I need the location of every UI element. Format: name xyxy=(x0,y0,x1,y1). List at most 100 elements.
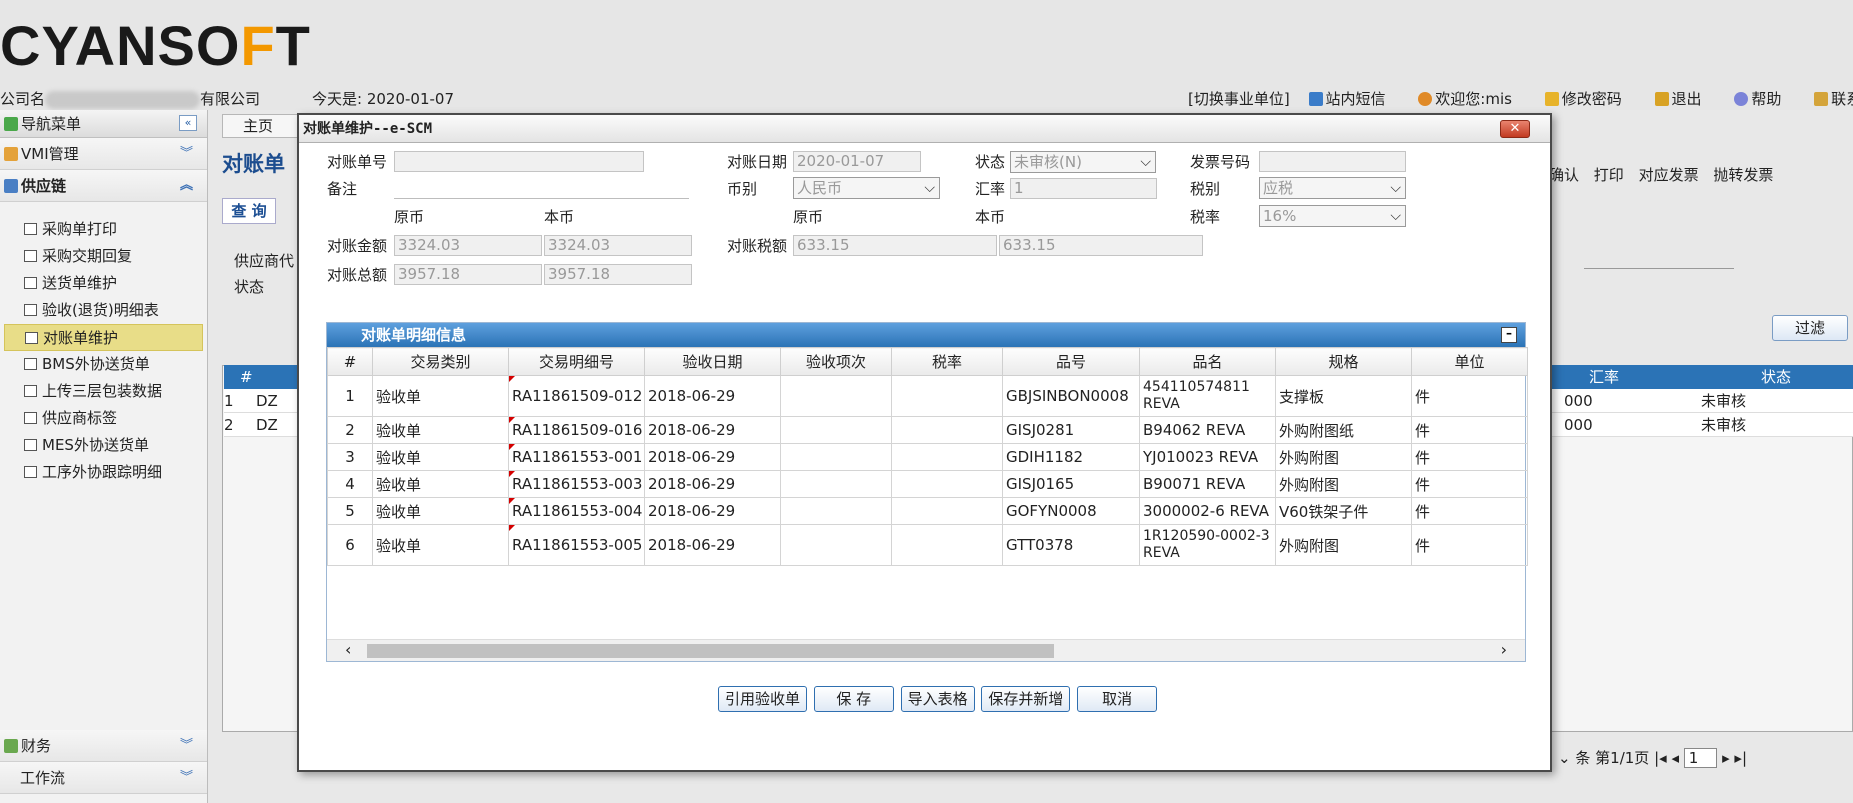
help-link[interactable]: 帮助 xyxy=(1734,90,1795,108)
table-row[interactable]: 6 验收单 RA11861553-005 2018-06-29 GTT0378 … xyxy=(327,524,1528,566)
close-button[interactable]: ✕ xyxy=(1500,120,1530,138)
sidebar-item-acceptance[interactable]: 验收(退货)明细表 xyxy=(4,297,203,324)
status-value: 未审核(N) xyxy=(1014,153,1082,171)
amount-local-input[interactable]: 3324.03 xyxy=(544,235,692,256)
item-label: 对账单维护 xyxy=(43,329,119,347)
scroll-left-icon[interactable]: ‹ xyxy=(345,640,351,659)
total-original-input[interactable]: 3957.18 xyxy=(394,264,542,285)
detail-header-row: # 交易类别 交易明细号 验收日期 验收项次 税率 品号 品名 规格 单位 xyxy=(327,347,1528,376)
cancel-button[interactable]: 取消 xyxy=(1077,686,1158,712)
table-row[interactable]: 5 验收单 RA11861553-004 2018-06-29 GOFYN000… xyxy=(327,497,1528,525)
sidebar-item-bms[interactable]: BMS外协送货单 xyxy=(4,351,203,378)
cell-unit: 件 xyxy=(1411,524,1528,566)
messages-link[interactable]: 站内短信 xyxy=(1308,90,1400,108)
table-row[interactable]: 2 验收单 RA11861509-016 2018-06-29 GISJ0281… xyxy=(327,416,1528,444)
col-part-no[interactable]: 品号 xyxy=(1002,347,1140,376)
cell-type: 验收单 xyxy=(372,470,509,498)
cell-item xyxy=(780,497,892,525)
remark-input[interactable] xyxy=(394,178,689,199)
col-status: 状态 xyxy=(1761,368,1792,386)
col-index[interactable]: # xyxy=(327,347,373,376)
table-row[interactable]: 1 验收单 RA11861509-012 2018-06-29 GBJSINBO… xyxy=(327,375,1528,417)
exchange-rate-input[interactable]: 1 xyxy=(1010,178,1157,199)
cell-tax xyxy=(891,524,1003,566)
scroll-right-icon[interactable]: › xyxy=(1501,640,1507,659)
col-acceptance-date[interactable]: 验收日期 xyxy=(644,347,781,376)
page-select[interactable]: 1 xyxy=(1683,748,1718,768)
print-button[interactable]: 打印 xyxy=(1594,166,1624,184)
change-password-label: 修改密码 xyxy=(1561,90,1622,108)
tax-type-select[interactable]: 应税 ⌵ xyxy=(1259,177,1406,199)
minimize-panel-button[interactable]: – xyxy=(1501,327,1517,343)
import-acceptance-button[interactable]: 引用验收单 xyxy=(718,686,808,712)
col-acceptance-item[interactable]: 验收项次 xyxy=(780,347,892,376)
col-spec[interactable]: 规格 xyxy=(1275,347,1412,376)
last-page-button[interactable]: ▸| xyxy=(1734,749,1747,767)
sidebar-section-finance[interactable]: 财务 ︾ xyxy=(0,730,207,762)
match-invoice-button[interactable]: 对应发票 xyxy=(1639,166,1699,184)
cell-no: RA11861553-005 xyxy=(508,524,645,566)
col-unit[interactable]: 单位 xyxy=(1411,347,1528,376)
status-select[interactable]: 未审核(N) ⌵ xyxy=(1010,151,1156,173)
scrollbar-thumb[interactable] xyxy=(367,644,1054,658)
tab-query[interactable]: 查 询 xyxy=(222,198,276,224)
pager-unit: 条 xyxy=(1575,749,1591,767)
divider xyxy=(1584,268,1734,269)
sidebar-item-delivery-note[interactable]: 送货单维护 xyxy=(4,270,203,297)
change-password-link[interactable]: 修改密码 xyxy=(1544,90,1636,108)
switch-unit-link[interactable]: [切换事业单位] xyxy=(1188,90,1290,108)
save-button[interactable]: 保 存 xyxy=(813,686,894,712)
sidebar-item-packaging[interactable]: 上传三层包装数据 xyxy=(4,378,203,405)
local-currency-header-2: 本币 xyxy=(975,208,1006,226)
contact-link[interactable]: 联系我们 xyxy=(1814,90,1853,108)
first-page-button[interactable]: |◂ xyxy=(1654,749,1667,767)
cell-type: 验收单 xyxy=(372,416,509,444)
statement-no-input[interactable] xyxy=(394,151,644,172)
tax-amount-original-input[interactable]: 633.15 xyxy=(793,235,997,256)
sidebar-item-delivery-reply[interactable]: 采购交期回复 xyxy=(4,243,203,270)
tax-rate-select[interactable]: 16% ⌵ xyxy=(1259,205,1406,227)
prev-page-button[interactable]: ◂ xyxy=(1671,749,1679,767)
cell-name: 1R120590-0002-3 REVA xyxy=(1139,524,1276,566)
col-tax-rate[interactable]: 税率 xyxy=(891,347,1003,376)
confirm-button[interactable]: 确认 xyxy=(1549,166,1579,184)
sidebar-item-po-print[interactable]: 采购单打印 xyxy=(4,216,203,243)
statement-date-input[interactable]: 2020-01-07 xyxy=(793,151,921,172)
chevron-down-icon: ⌵ xyxy=(1390,180,1401,196)
sidebar-section-supply[interactable]: 供应链 ︽ xyxy=(0,170,207,202)
transfer-invoice-button[interactable]: 抛转发票 xyxy=(1713,166,1773,184)
item-label: MES外协送货单 xyxy=(42,436,149,454)
total-local-input[interactable]: 3957.18 xyxy=(544,264,692,285)
amount-original-input[interactable]: 3324.03 xyxy=(394,235,542,256)
horizontal-scrollbar[interactable]: ‹ › xyxy=(327,639,1525,661)
section-label: 工作流 xyxy=(20,769,66,787)
cell-date: 2018-06-29 xyxy=(644,443,781,471)
page-size-select[interactable]: ⌄ xyxy=(1558,749,1571,767)
save-and-new-button[interactable]: 保存并新增 xyxy=(981,686,1071,712)
next-page-button[interactable]: ▸ xyxy=(1722,749,1730,767)
col-transaction-no[interactable]: 交易明细号 xyxy=(508,347,645,376)
changed-flag-icon xyxy=(509,525,515,531)
sidebar-item-supplier-label[interactable]: 供应商标签 xyxy=(4,405,203,432)
sidebar-section-workflow[interactable]: 工作流 ︾ xyxy=(0,762,207,794)
tab-home[interactable]: 主页 xyxy=(222,114,302,138)
sidebar-item-mes[interactable]: MES外协送货单 xyxy=(4,432,203,459)
table-row[interactable]: 4 验收单 RA11861553-003 2018-06-29 GISJ0165… xyxy=(327,470,1528,498)
table-row[interactable]: 3 验收单 RA11861553-001 2018-06-29 GDIH1182… xyxy=(327,443,1528,471)
col-transaction-type[interactable]: 交易类别 xyxy=(372,347,509,376)
collapse-sidebar-button[interactable]: « xyxy=(179,115,197,131)
filter-button[interactable]: 过滤 xyxy=(1772,315,1848,341)
sidebar-item-process-tracking[interactable]: 工序外协跟踪明细 xyxy=(4,459,203,486)
logout-link[interactable]: 退出 xyxy=(1654,90,1716,108)
currency-select[interactable]: 人民币 ⌵ xyxy=(793,177,940,199)
cell-date: 2018-06-29 xyxy=(644,416,781,444)
cell-tax xyxy=(891,375,1003,417)
sidebar-item-statement[interactable]: 对账单维护 xyxy=(4,324,203,351)
tax-amount-local-input[interactable]: 633.15 xyxy=(999,235,1203,256)
invoice-no-input[interactable] xyxy=(1259,151,1406,172)
sidebar-section-vmi[interactable]: VMI管理 ︾ xyxy=(0,138,207,170)
cell-index: 1 xyxy=(327,375,373,417)
import-table-button[interactable]: 导入表格 xyxy=(900,686,975,712)
col-part-name[interactable]: 品名 xyxy=(1139,347,1276,376)
help-label: 帮助 xyxy=(1751,90,1782,108)
